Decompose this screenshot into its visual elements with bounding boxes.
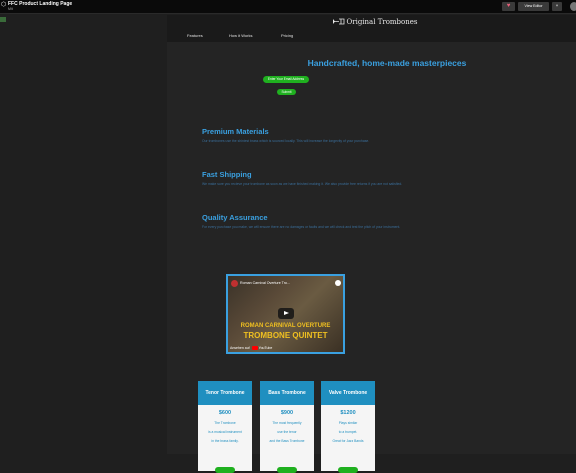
card-price: $600 xyxy=(218,410,232,416)
feature-quality-assurance: Quality Assurance For every purchase you… xyxy=(202,213,542,230)
trombone-icon xyxy=(332,18,344,25)
card-price: $900 xyxy=(280,410,294,416)
fork-icon[interactable]: ⑂ xyxy=(552,2,562,11)
card-line: The Trombone xyxy=(214,421,236,425)
codepen-logo-icon[interactable]: ⬡ xyxy=(1,2,7,8)
feature-title: Fast Shipping xyxy=(202,170,252,179)
nav-pricing[interactable]: Pricing xyxy=(281,32,293,40)
card-title: Valve Trombone xyxy=(321,381,375,405)
hero-title: Handcrafted, home-made masterpieces xyxy=(307,58,467,68)
card-line: is a musical instrument xyxy=(208,430,242,434)
nav-features[interactable]: Features xyxy=(187,32,203,40)
pricing-card-tenor: Tenor Trombone $600 The Trombone is a mu… xyxy=(198,381,252,473)
card-line: and the Bass Trombone xyxy=(269,439,305,443)
email-field[interactable]: Enter Your Email Address xyxy=(263,76,309,83)
video-embed[interactable]: Roman Carnival Overture Tro... ROMAN CAR… xyxy=(226,274,345,354)
pen-author[interactable]: Mit xyxy=(8,7,13,11)
card-line: The most frequently xyxy=(272,421,302,425)
card-line: use the tenor xyxy=(277,430,297,434)
card-title: Tenor Trombone xyxy=(198,381,252,405)
feature-text: Our trombones use the shiniest brass whi… xyxy=(202,139,370,143)
site-brand[interactable]: Original Trombones xyxy=(255,16,495,28)
youtube-icon xyxy=(251,346,258,351)
site-header: Original Trombones Features How it Works… xyxy=(167,15,576,42)
video-header: Roman Carnival Overture Tro... xyxy=(231,279,341,287)
pricing-card-bass: Bass Trombone $900 The most frequently u… xyxy=(260,381,314,473)
card-line: Plays similar xyxy=(338,421,358,425)
submit-button[interactable]: Submit xyxy=(277,89,296,95)
editor-pane xyxy=(0,15,167,454)
card-select-button[interactable] xyxy=(215,467,235,473)
heart-icon[interactable]: ♥ xyxy=(502,2,515,11)
card-line: Great for Jazz Bands xyxy=(332,439,364,443)
view-editor-button[interactable]: View Editor xyxy=(518,2,549,11)
pricing-card-valve: Valve Trombone $1200 Plays similar to a … xyxy=(321,381,375,473)
avatar[interactable] xyxy=(570,2,576,11)
video-title[interactable]: Roman Carnival Overture Tro... xyxy=(240,281,290,285)
feature-premium-materials: Premium Materials Our trombones use the … xyxy=(202,127,542,144)
youtube-label: YouTube xyxy=(258,346,273,350)
card-title: Bass Trombone xyxy=(260,381,314,405)
channel-avatar[interactable] xyxy=(231,279,238,287)
nav-bar: Features How it Works Pricing xyxy=(181,32,361,40)
feature-text: For every purchase you make, we will ens… xyxy=(202,225,401,229)
watch-on-label: Ansehen auf xyxy=(230,346,250,350)
pane-marker[interactable] xyxy=(0,17,6,22)
pen-title: FFC Product Landing Page xyxy=(8,1,73,7)
video-caption-top: ROMAN CARNIVAL OVERTURE xyxy=(240,323,331,329)
card-price: $1200 xyxy=(340,410,356,416)
card-line: to a trumpet. xyxy=(338,430,358,434)
play-button[interactable] xyxy=(278,308,294,319)
feature-title: Premium Materials xyxy=(202,127,269,136)
preview-pane: Original Trombones Features How it Works… xyxy=(167,15,576,473)
feature-title: Quality Assurance xyxy=(202,213,268,222)
feature-fast-shipping: Fast Shipping We make sure you recieve y… xyxy=(202,170,542,187)
card-line: in the brass family. xyxy=(211,439,239,443)
brand-name: Original Trombones xyxy=(346,18,418,26)
card-select-button[interactable] xyxy=(338,467,358,473)
editor-topbar: ⬡ FFC Product Landing Page Mit ♥ View Ed… xyxy=(0,0,576,14)
share-icon[interactable] xyxy=(335,280,341,286)
watch-on-youtube[interactable]: Ansehen auf YouTube xyxy=(230,344,290,352)
feature-text: We make sure you recieve your trombone a… xyxy=(202,182,403,186)
video-caption-bottom: TROMBONE QUINTET xyxy=(243,331,328,340)
card-select-button[interactable] xyxy=(277,467,297,473)
nav-how-it-works[interactable]: How it Works xyxy=(229,32,252,40)
